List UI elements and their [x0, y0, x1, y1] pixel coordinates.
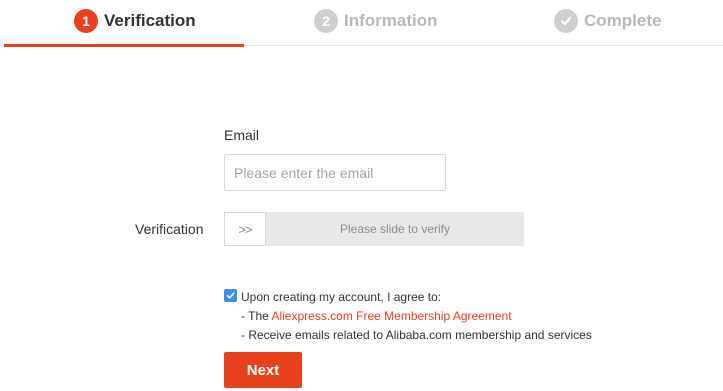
active-step-indicator: [4, 44, 244, 47]
email-label: Email: [224, 127, 260, 143]
step-number-badge: 2: [314, 9, 338, 33]
agreement-line-2: - Receive emails related to Alibaba.com …: [241, 328, 592, 342]
agreement-section: Upon creating my account, I agree to: - …: [224, 288, 624, 345]
slider-handle-icon[interactable]: >>: [224, 212, 266, 246]
step-label: Verification: [104, 11, 196, 30]
agreement-line-1: - The Aliexpress.com Free Membership Agr…: [241, 307, 624, 326]
email-input[interactable]: [224, 154, 446, 191]
agreement-line-1-prefix: - The: [241, 309, 272, 323]
verification-label: Verification: [135, 221, 204, 237]
agreement-intro: Upon creating my account, I agree to:: [241, 290, 442, 304]
step-number-badge: 1: [74, 9, 98, 33]
agreement-checkbox[interactable]: [224, 289, 237, 302]
slider-hint: Please slide to verify: [339, 222, 451, 236]
step-label: Information: [344, 11, 438, 30]
step-label: Complete: [584, 11, 662, 30]
next-button[interactable]: Next: [224, 352, 302, 388]
slide-to-verify-slider[interactable]: Please slide to verify >>: [224, 212, 524, 246]
step-information: 2 Information: [314, 8, 438, 34]
membership-agreement-link[interactable]: Aliexpress.com Free Membership Agreement: [271, 309, 511, 323]
progress-steps: 1 Verification 2 Information Complete: [0, 0, 723, 47]
step-verification: 1 Verification: [74, 8, 196, 34]
checkmark-icon: [554, 9, 578, 33]
step-complete: Complete: [554, 8, 661, 34]
